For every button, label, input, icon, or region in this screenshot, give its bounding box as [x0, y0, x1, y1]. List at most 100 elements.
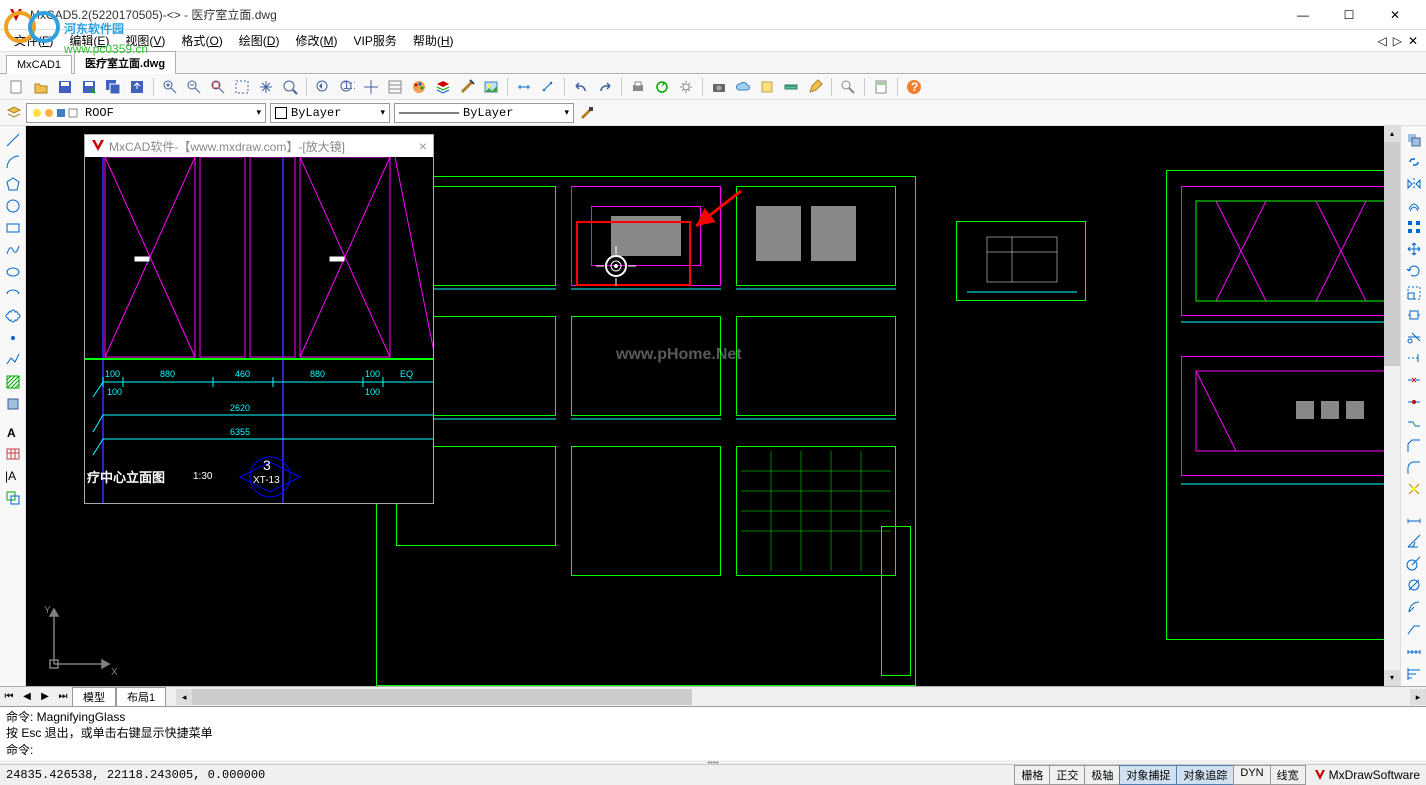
tab-model[interactable]: 模型 — [72, 687, 116, 707]
camera-icon[interactable] — [708, 76, 730, 98]
horizontal-scrollbar[interactable]: ◂ ▸ — [176, 689, 1426, 705]
menu-vip[interactable]: VIP服务 — [345, 30, 404, 51]
explode-icon[interactable] — [1404, 480, 1424, 500]
mode-grid[interactable]: 栅格 — [1014, 765, 1050, 785]
line-icon[interactable] — [3, 130, 23, 150]
arc-icon[interactable] — [3, 152, 23, 172]
print-icon[interactable] — [627, 76, 649, 98]
mode-dyn[interactable]: DYN — [1233, 765, 1270, 785]
zoom-in-icon[interactable] — [159, 76, 181, 98]
pan-icon[interactable] — [255, 76, 277, 98]
new-button[interactable] — [6, 76, 28, 98]
dim-arc-icon[interactable] — [1404, 597, 1424, 617]
menu-help[interactable]: 帮助(H) — [405, 30, 462, 51]
save-button[interactable] — [54, 76, 76, 98]
image-icon[interactable] — [480, 76, 502, 98]
mode-otrack[interactable]: 对象追踪 — [1176, 765, 1234, 785]
block-icon[interactable] — [3, 394, 23, 414]
join-icon[interactable] — [1404, 414, 1424, 434]
spline-icon[interactable] — [3, 240, 23, 260]
dim-baseline-icon[interactable] — [1404, 662, 1424, 682]
drawing-canvas[interactable]: www.pHome.Net MxCAD软件-【www.mxdraw.com】-[… — [26, 126, 1400, 686]
layer-dropdown[interactable]: ROOF ▾ — [26, 103, 266, 123]
menu-draw[interactable]: 绘图(D) — [231, 30, 288, 51]
regen-icon[interactable] — [651, 76, 673, 98]
leader-icon[interactable] — [1404, 619, 1424, 639]
scale-icon[interactable] — [1404, 283, 1424, 303]
tab-nav-next-icon[interactable]: ▶ — [36, 691, 54, 702]
extend-icon[interactable] — [1404, 348, 1424, 368]
color-dropdown[interactable]: ByLayer ▾ — [270, 103, 390, 123]
menu-view[interactable]: 视图(V) — [117, 30, 173, 51]
properties-icon[interactable] — [384, 76, 406, 98]
menu-format[interactable]: 格式(O) — [173, 30, 230, 51]
chamfer-icon[interactable] — [1404, 436, 1424, 456]
match-props-icon[interactable] — [456, 76, 478, 98]
circle-icon[interactable] — [3, 196, 23, 216]
move-icon[interactable] — [1404, 239, 1424, 259]
note-icon[interactable] — [756, 76, 778, 98]
doc-prev-icon[interactable]: ◁ — [1375, 34, 1388, 48]
crosshair-icon[interactable] — [360, 76, 382, 98]
zoom-scale-icon[interactable]: 1:1 — [336, 76, 358, 98]
saveall-button[interactable] — [102, 76, 124, 98]
zoom-realtime-icon[interactable] — [279, 76, 301, 98]
help-icon[interactable]: ? — [903, 76, 925, 98]
layer-manager-icon[interactable] — [6, 105, 22, 121]
find-icon[interactable] — [837, 76, 859, 98]
export-button[interactable] — [126, 76, 148, 98]
dim-linear-icon[interactable] — [513, 76, 535, 98]
tab-mxcad1[interactable]: MxCAD1 — [6, 55, 72, 74]
ellipse-icon[interactable] — [3, 262, 23, 282]
zoom-out-icon[interactable] — [183, 76, 205, 98]
dim-horizontal-icon[interactable] — [1404, 509, 1424, 529]
tab-layout1[interactable]: 布局1 — [116, 687, 166, 707]
cloud-icon[interactable] — [732, 76, 754, 98]
menu-modify[interactable]: 修改(M) — [287, 30, 345, 51]
mirror-icon[interactable] — [1404, 174, 1424, 194]
paintbrush-icon[interactable] — [578, 104, 596, 122]
dim-aligned-icon[interactable] — [537, 76, 559, 98]
menu-file[interactable]: 文件(F) — [6, 30, 61, 51]
tab-nav-first-icon[interactable]: ⏮ — [0, 691, 18, 702]
zoom-extents-icon[interactable] — [207, 76, 229, 98]
revision-cloud-icon[interactable] — [3, 306, 23, 326]
break-point-icon[interactable] — [1404, 392, 1424, 412]
magnifier-close-icon[interactable]: × — [419, 138, 427, 154]
dim-angular-icon[interactable] — [1404, 531, 1424, 551]
array-icon[interactable] — [1404, 217, 1424, 237]
mode-polar[interactable]: 极轴 — [1084, 765, 1120, 785]
offset-icon[interactable] — [1404, 196, 1424, 216]
polyline-icon[interactable] — [3, 350, 23, 370]
layers-icon[interactable] — [432, 76, 454, 98]
text-icon[interactable]: A — [3, 422, 23, 442]
vertical-scrollbar[interactable]: ▴ ▾ — [1384, 126, 1400, 686]
stretch-icon[interactable] — [1404, 305, 1424, 325]
menu-edit[interactable]: 编辑(E) — [61, 30, 117, 51]
ruler-icon[interactable] — [780, 76, 802, 98]
tab-current-dwg[interactable]: 医疗室立面.dwg — [74, 51, 176, 74]
maximize-button[interactable]: ☐ — [1326, 0, 1372, 30]
dim-radius-icon[interactable] — [1404, 553, 1424, 573]
hatch-icon[interactable] — [3, 372, 23, 392]
settings-icon[interactable] — [675, 76, 697, 98]
trim-icon[interactable] — [1404, 327, 1424, 347]
doc-close-icon[interactable]: ✕ — [1406, 34, 1420, 48]
table-icon[interactable] — [3, 444, 23, 464]
ellipse-arc-icon[interactable] — [3, 284, 23, 304]
rect-icon[interactable] — [3, 218, 23, 238]
minimize-button[interactable]: — — [1280, 0, 1326, 30]
mode-ortho[interactable]: 正交 — [1049, 765, 1085, 785]
redo-icon[interactable] — [594, 76, 616, 98]
mtext-icon[interactable]: |A — [3, 466, 23, 486]
linetype-dropdown[interactable]: ByLayer ▾ — [394, 103, 574, 123]
close-button[interactable]: ✕ — [1372, 0, 1418, 30]
copy-icon[interactable] — [1404, 130, 1424, 150]
magnifier-titlebar[interactable]: MxCAD软件-【www.mxdraw.com】-[放大镜] × — [85, 135, 433, 157]
open-button[interactable] — [30, 76, 52, 98]
tab-nav-last-icon[interactable]: ⏭ — [54, 691, 72, 702]
saveas-button[interactable] — [78, 76, 100, 98]
undo-icon[interactable] — [570, 76, 592, 98]
dim-diameter-icon[interactable] — [1404, 575, 1424, 595]
break-icon[interactable] — [1404, 370, 1424, 390]
